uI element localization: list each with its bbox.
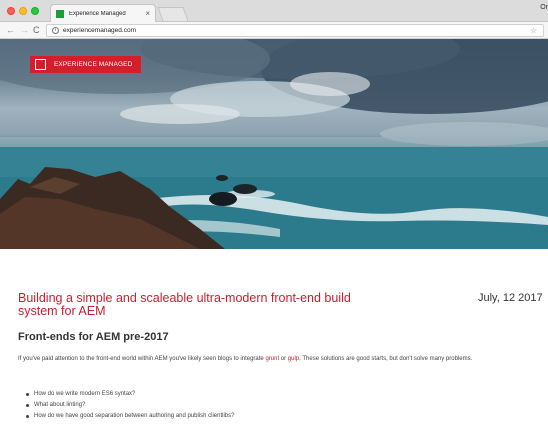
brand-label: EXPERIENCE MANAGED [54, 61, 133, 68]
bookmark-star-icon[interactable]: ☆ [530, 26, 537, 35]
browser-toolbar: ← → C i experiencemanaged.com ☆ [0, 22, 548, 39]
window-controls [7, 7, 39, 15]
gulp-link[interactable]: gulp [288, 356, 299, 362]
intro-paragraph: If you've paid attention to the front-en… [18, 354, 543, 365]
browser-tab-active[interactable]: Experience Managed × [50, 4, 156, 22]
new-tab-button[interactable] [157, 7, 189, 21]
brand-logo[interactable]: EXPERIENCE MANAGED [30, 56, 142, 73]
list-item: How do we write modern ES6 syntax? [26, 389, 426, 400]
article-subtitle: Front-ends for AEM pre-2017 [18, 331, 169, 343]
grunt-link[interactable]: grunt [265, 356, 279, 362]
para-text-or: or [279, 356, 288, 362]
browser-tab-bar: Experience Managed × Or [0, 0, 548, 22]
profile-button[interactable]: Or [540, 4, 548, 11]
para-text-before: If you've paid attention to the front-en… [18, 356, 266, 362]
address-bar[interactable]: i experiencemanaged.com ☆ [46, 24, 544, 37]
list-item: How do we have good separation between a… [26, 411, 426, 422]
tab-close-icon[interactable]: × [145, 9, 150, 18]
hero-image: EXPERIENCE MANAGED [0, 39, 548, 249]
list-item: What about linting? [26, 400, 426, 411]
close-window-icon[interactable] [7, 7, 15, 15]
tab-title: Experience Managed [69, 10, 126, 17]
minimize-window-icon[interactable] [19, 7, 27, 15]
url-text: experiencemanaged.com [63, 27, 136, 34]
article-title: Building a simple and scaleable ultra-mo… [18, 291, 351, 318]
para-text-after: . These solutions are good starts, but d… [299, 356, 473, 362]
reload-icon[interactable]: C [33, 25, 40, 35]
info-icon[interactable]: i [52, 27, 59, 34]
maximize-window-icon[interactable] [31, 7, 39, 15]
forward-arrow-icon[interactable]: → [20, 25, 29, 35]
questions-list: How do we write modern ES6 syntax? What … [26, 389, 426, 422]
back-arrow-icon[interactable]: ← [6, 25, 15, 35]
article-date: July, 12 2017 [478, 292, 543, 304]
favicon-icon [56, 9, 64, 18]
brand-square-icon [35, 59, 46, 70]
